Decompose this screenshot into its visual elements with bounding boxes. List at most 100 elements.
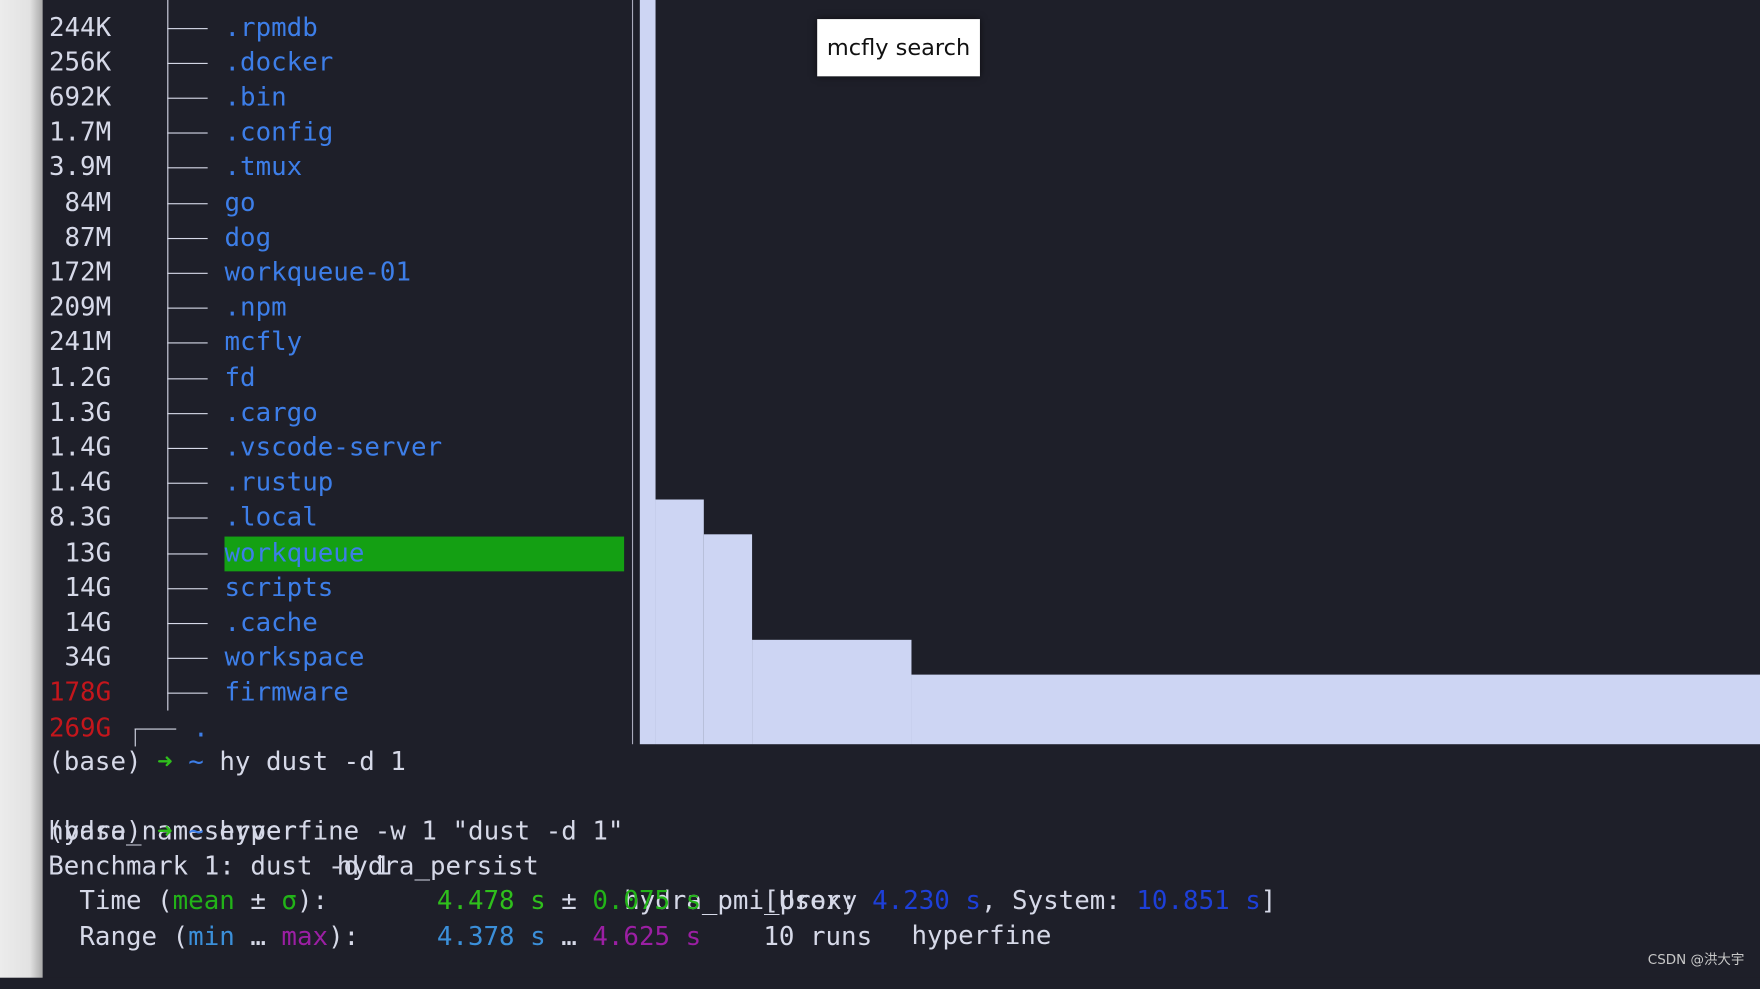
tree-branch: [167, 447, 208, 449]
arrow-icon: ➜: [157, 747, 173, 777]
tree-row: 692K .bin: [0, 81, 629, 116]
dir-name[interactable]: workqueue-01: [224, 256, 411, 291]
dir-name[interactable]: .rpmdb: [224, 11, 317, 46]
dir-name[interactable]: fd: [224, 361, 255, 396]
bar-firmware: [911, 674, 1760, 745]
completion-item[interactable]: hyperfine: [911, 919, 1051, 954]
dir-name[interactable]: workqueue: [224, 535, 625, 571]
tree-row: 34G workspace: [0, 641, 629, 676]
label: mean: [172, 886, 235, 916]
tree-row: 178G firmware: [0, 676, 629, 711]
label: ):: [296, 886, 437, 916]
watermark: CSDN @洪大宇: [1647, 951, 1745, 968]
tree-row: 244K .rpmdb: [0, 11, 629, 46]
dir-size: 34G: [64, 643, 112, 673]
tree-row: 256K .docker: [0, 46, 629, 81]
dir-size: 3.9M: [48, 152, 112, 183]
dir-name[interactable]: .: [193, 711, 209, 746]
tree-branch: [167, 307, 208, 309]
user-time: 4.230 s: [872, 886, 981, 916]
arrow-icon: ➜: [157, 817, 173, 847]
tree-row: 1.7M .config: [0, 116, 629, 151]
terminal-window[interactable]: 244K .rpmdb 256K .docker 692K .bin 1.7M .config…: [0, 0, 1760, 978]
dir-name[interactable]: .local: [224, 501, 317, 536]
tree-branch: [167, 412, 208, 414]
tree-row: 1.2G fd: [0, 361, 629, 396]
command: hyperfine -w 1 "dust -d 1": [219, 817, 624, 847]
tree-branch: [167, 377, 208, 379]
bar-local: [655, 499, 704, 745]
dir-size: 244K: [48, 12, 112, 43]
dir-name[interactable]: .cargo: [224, 396, 317, 431]
dir-name[interactable]: scripts: [224, 571, 333, 606]
dir-name[interactable]: .vscode-server: [224, 431, 442, 466]
dir-size: 8.3G: [48, 503, 112, 533]
label: …: [545, 922, 593, 952]
label: Time (: [48, 886, 173, 916]
sigma-value: 0.075 s: [592, 886, 702, 916]
prompt-line-2: (base) ➜ ~ hyperfine -w 1 "dust -d 1": [48, 815, 623, 850]
tree-row: 84M go: [0, 186, 629, 221]
dir-size: 1.3G: [48, 398, 112, 428]
dir-size: 269G: [48, 713, 112, 743]
label: …: [234, 922, 282, 952]
tree-branch: [167, 237, 208, 239]
dir-size: 209M: [48, 293, 112, 323]
tree-branch: [167, 342, 208, 344]
dir-name[interactable]: .tmux: [224, 151, 302, 186]
column-separator: [631, 0, 634, 745]
label: , System:: [980, 886, 1137, 916]
dir-size: 84M: [64, 188, 112, 218]
dir-size: 178G: [48, 678, 112, 708]
tree-branch: [167, 97, 208, 99]
dir-name[interactable]: go: [224, 186, 255, 221]
label: ±: [545, 886, 593, 916]
tree-branch: [167, 692, 208, 695]
tooltip: mcfly search: [817, 19, 980, 77]
dir-name[interactable]: workspace: [224, 641, 364, 676]
tree-row: 241M mcfly: [0, 326, 629, 361]
time-line: Time (mean ± σ): 4.478 s ± 0.075 s [User…: [48, 885, 1276, 920]
dir-size: 1.2G: [48, 363, 112, 393]
tree-row: 13G workqueue: [0, 535, 629, 571]
tree-branch: [134, 727, 136, 746]
dir-name[interactable]: dog: [224, 221, 271, 256]
label: σ: [281, 886, 297, 916]
cwd: ~: [188, 817, 204, 847]
max-value: 4.625 s: [592, 922, 702, 952]
min-value: 4.378 s: [436, 922, 546, 952]
dir-name[interactable]: .rustup: [224, 466, 333, 501]
dir-size: 13G: [64, 538, 112, 568]
tree-row: 14G scripts: [0, 571, 629, 606]
dir-name[interactable]: .npm: [224, 291, 286, 326]
conda-env: (base): [48, 817, 142, 847]
command: hy dust -d 1: [219, 747, 406, 777]
dir-size: 1.7M: [48, 117, 112, 148]
dir-name[interactable]: firmware: [224, 676, 348, 711]
tree-row: 209M .npm: [0, 291, 629, 326]
tree-row: 172M workqueue-01: [0, 256, 629, 291]
label: [User:: [701, 886, 873, 916]
tree-branch-line: [167, 0, 169, 711]
dir-size: 692K: [48, 82, 112, 113]
mean-value: 4.478 s: [436, 886, 546, 916]
dir-name[interactable]: .config: [224, 116, 333, 151]
tree-branch: [167, 622, 208, 624]
dir-name[interactable]: mcfly: [224, 326, 302, 361]
tree-row: 1.4G .rustup: [0, 466, 629, 501]
dir-name[interactable]: .cache: [224, 606, 317, 641]
tree-row: 8.3G .local: [0, 501, 629, 536]
tree-branch: [167, 62, 208, 64]
system-time: 10.851 s: [1136, 886, 1261, 916]
tree-branch: [167, 587, 208, 589]
tree-row: 1.4G .vscode-server: [0, 431, 629, 466]
dir-size: 1.4G: [48, 468, 112, 498]
dir-size: 14G: [64, 608, 112, 638]
dir-size: 172M: [48, 258, 112, 288]
runs-count: 10 runs: [701, 922, 873, 952]
dir-name[interactable]: .bin: [224, 81, 286, 116]
dir-size: 1.4G: [48, 433, 112, 463]
tree-branch: [134, 727, 177, 730]
dir-name[interactable]: .docker: [224, 46, 333, 81]
tree-root-row: 269G.: [0, 711, 629, 746]
